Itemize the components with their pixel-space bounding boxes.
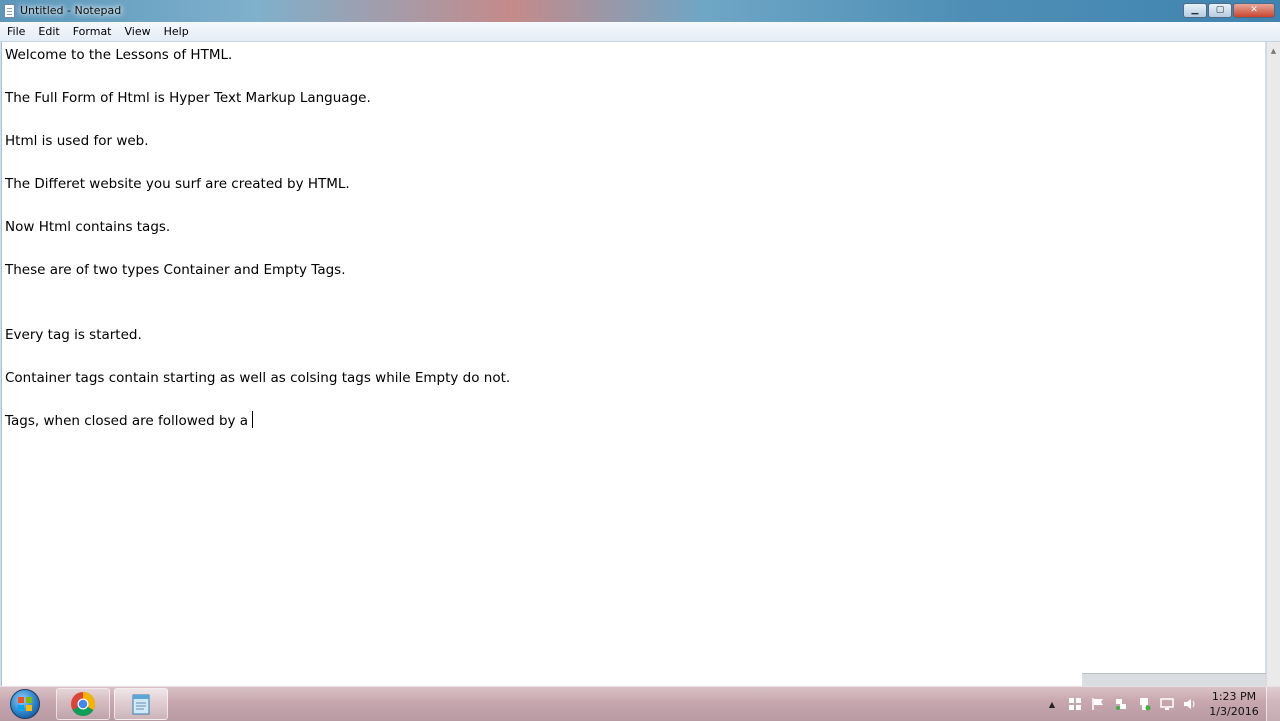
text-line: Container tags contain starting as well … — [5, 370, 511, 386]
notepad-icon — [4, 4, 15, 18]
text-line: Html is used for web. — [5, 133, 149, 149]
menu-format[interactable]: Format — [67, 22, 118, 41]
title-bar[interactable]: Untitled - Notepad ▁ ▢ ✕ — [0, 0, 1280, 22]
text-line: Tags, when closed are followed by a — [5, 413, 249, 429]
text-line: Welcome to the Lessons of HTML. — [5, 47, 233, 63]
text-line: The Full Form of Html is Hyper Text Mark… — [5, 90, 371, 106]
menu-help[interactable]: Help — [158, 22, 195, 41]
current-line: Tags, when closed are followed by a — [5, 411, 1265, 454]
show-hidden-icon[interactable]: ▲ — [1048, 697, 1056, 711]
clock-time: 1:23 PM — [1211, 690, 1257, 703]
notepad-icon — [132, 694, 150, 715]
menu-view[interactable]: View — [119, 22, 157, 41]
clock-date: 1/3/2016 — [1209, 705, 1259, 718]
menu-bar: File Edit Format View Help — [0, 22, 1280, 42]
windows-flag-icon[interactable] — [1068, 697, 1082, 711]
text-caret — [252, 411, 254, 428]
text-line: Now Html contains tags. — [5, 219, 171, 235]
menu-edit[interactable]: Edit — [32, 22, 65, 41]
text-line: These are of two types Container and Emp… — [5, 262, 346, 278]
close-icon: ✕ — [1250, 5, 1258, 15]
notepad-window: Untitled - Notepad ▁ ▢ ✕ File Edit Forma… — [0, 0, 1280, 686]
action-center-flag-icon[interactable] — [1091, 697, 1105, 711]
text-line: The Differet website you surf are create… — [5, 176, 350, 192]
taskbar-notepad-button[interactable] — [114, 688, 168, 720]
scroll-up-icon[interactable]: ▲ — [1267, 44, 1280, 58]
network-icon[interactable] — [1114, 697, 1128, 711]
close-button[interactable]: ✕ — [1233, 3, 1275, 18]
display-icon[interactable] — [1160, 697, 1174, 711]
popup-strip — [1082, 673, 1266, 686]
show-desktop-button[interactable] — [1266, 687, 1280, 721]
maximize-icon: ▢ — [1215, 5, 1225, 15]
vertical-scrollbar[interactable]: ▲ — [1266, 42, 1280, 686]
minimize-button[interactable]: ▁ — [1183, 3, 1207, 18]
maximize-button[interactable]: ▢ — [1208, 3, 1232, 18]
taskbar-clock[interactable]: 1:23 PM 1/3/2016 — [1204, 689, 1264, 719]
taskbar-chrome-button[interactable] — [56, 688, 110, 720]
taskbar: ▲ 1:23 PM 1/3/2016 — [0, 686, 1280, 721]
text-editor[interactable]: Welcome to the Lessons of HTML. The Full… — [1, 42, 1265, 686]
text-line: Every tag is started. — [5, 327, 142, 343]
menu-file[interactable]: File — [1, 22, 31, 41]
usb-icon[interactable] — [1137, 697, 1151, 711]
chrome-icon — [71, 692, 96, 717]
start-button[interactable] — [4, 688, 46, 720]
minimize-icon: ▁ — [1191, 5, 1199, 15]
volume-icon[interactable] — [1183, 697, 1197, 711]
windows-start-icon — [10, 689, 40, 719]
window-title: Untitled - Notepad — [20, 4, 122, 17]
